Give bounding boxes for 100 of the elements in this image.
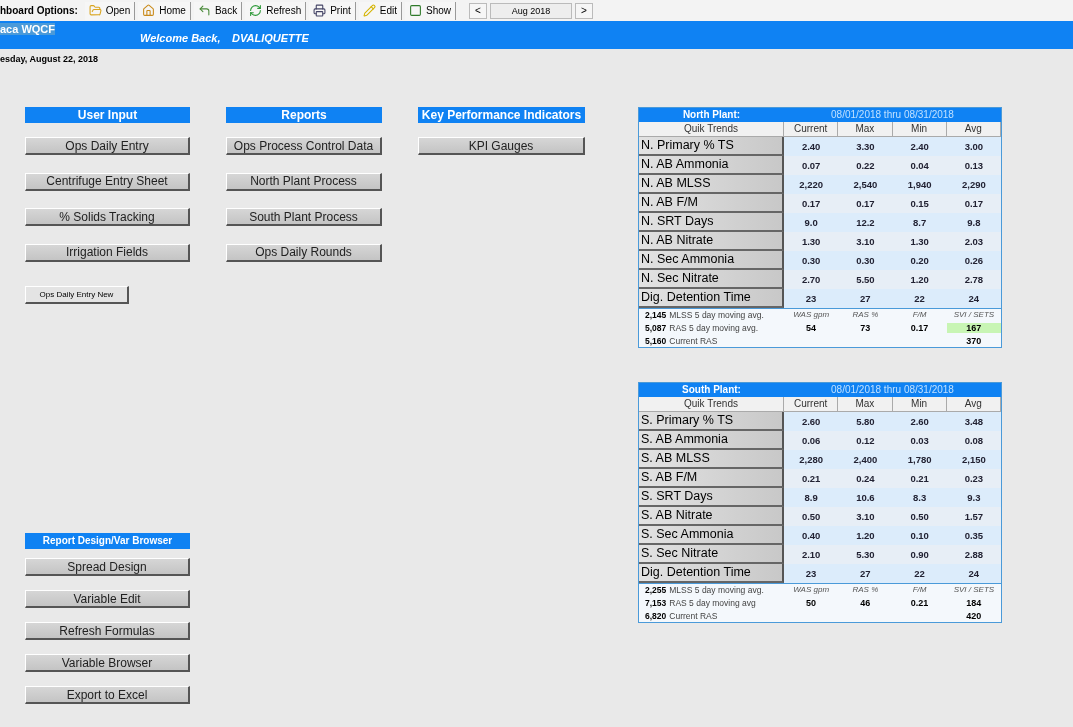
row-label: S. AB MLSS: [639, 450, 784, 469]
table-cell: 1.20: [838, 526, 893, 545]
stat-label: MLSS 5 day moving avg.: [669, 310, 764, 320]
row-label: N. AB Nitrate: [639, 232, 784, 251]
previous-button[interactable]: <: [469, 2, 487, 19]
stat-label: Current RAS: [669, 611, 718, 621]
menu-button[interactable]: North Plant Process: [226, 172, 382, 191]
table-cell: 23: [784, 289, 839, 308]
table-cell: 9.3: [946, 488, 1001, 507]
kpi-value: 184: [965, 598, 983, 608]
table-cell: 0.08: [946, 431, 1001, 450]
table-cell: 2.40: [892, 137, 947, 156]
menu-button[interactable]: % Solids Tracking: [25, 208, 190, 226]
table-cell: 3.30: [838, 137, 893, 156]
kpi-value: 50: [805, 598, 818, 608]
menu-button[interactable]: Export to Excel: [25, 686, 190, 704]
table-cell: 3.00: [946, 137, 1001, 156]
table-cell: 2.03: [946, 232, 1001, 251]
table-cell: 0.24: [838, 469, 893, 488]
column-header: Quik Trends: [639, 397, 784, 412]
table-cell: 8.9: [784, 488, 839, 507]
table-cell: 0.06: [784, 431, 839, 450]
kpi-heading: WAS gpm: [792, 310, 831, 320]
table-cell: 0.15: [892, 194, 947, 213]
table-cell: 1,780: [892, 450, 947, 469]
plant-title: South Plant:: [681, 383, 742, 397]
stat-label: RAS 5 day moving avg: [669, 598, 756, 608]
table-cell: 1.30: [892, 232, 947, 251]
row-label: S. SRT Days: [639, 488, 784, 507]
column-header: Max: [838, 397, 893, 412]
menu-button[interactable]: Spread Design: [25, 558, 190, 576]
stat-value: 5,160: [645, 336, 667, 346]
stat-label: RAS 5 day moving avg.: [669, 323, 759, 333]
kpi-value: 0.21: [909, 598, 930, 608]
kpi-heading: RAS %: [851, 585, 880, 595]
menu-button[interactable]: Centrifuge Entry Sheet: [25, 172, 190, 191]
row-label: N. AB MLSS: [639, 175, 784, 194]
table-cell: 27: [838, 564, 893, 583]
kpi-value: 54: [805, 323, 818, 333]
folder-icon: [88, 4, 102, 17]
menu-button[interactable]: Ops Daily Entry: [25, 137, 190, 155]
kpi-value: 73: [859, 323, 872, 333]
table-cell: 0.90: [892, 545, 947, 564]
row-label: N. Sec Ammonia: [639, 251, 784, 270]
table-cell: 12.2: [838, 213, 893, 232]
menu-button[interactable]: Variable Edit: [25, 590, 190, 608]
column-header: Max: [838, 122, 893, 137]
table-cell: 0.50: [784, 507, 839, 526]
column-header: Min: [892, 397, 947, 412]
column-header: Min: [892, 122, 947, 137]
table-cell: 2.40: [784, 137, 839, 156]
table-cell: 0.17: [946, 194, 1001, 213]
menu-button[interactable]: Irrigation Fields: [25, 243, 190, 262]
row-label: S. Sec Nitrate: [639, 545, 784, 564]
row-label: N. AB Ammonia: [639, 156, 784, 175]
column-header: Avg: [946, 122, 1001, 137]
menu-button[interactable]: Refresh Formulas: [25, 622, 190, 640]
table-cell: 10.6: [838, 488, 893, 507]
table-cell: 8.7: [892, 213, 947, 232]
menu-button[interactable]: Ops Daily Rounds: [226, 243, 382, 262]
row-label: S. AB F/M: [639, 469, 784, 488]
table-cell: 1.30: [784, 232, 839, 251]
table-cell: 0.17: [784, 194, 839, 213]
kpi-heading: F/M: [911, 310, 928, 320]
menu-button[interactable]: Ops Daily Entry New: [25, 286, 129, 304]
column-header: Current: [784, 397, 839, 412]
section-title: Key Performance Indicators: [418, 107, 585, 123]
stat-value: 5,087: [645, 323, 667, 333]
date-range: 08/01/2018 thru 08/31/2018: [830, 108, 955, 122]
row-label: S. AB Nitrate: [639, 507, 784, 526]
next-button[interactable]: >: [575, 2, 593, 19]
table-cell: 1.57: [946, 507, 1001, 526]
date-text: esday, August 22, 2018: [0, 53, 100, 66]
menu-button[interactable]: KPI Gauges: [418, 137, 585, 155]
stat-label: MLSS 5 day moving avg.: [669, 585, 764, 595]
period-field[interactable]: Aug 2018: [490, 2, 572, 19]
menu-button[interactable]: Ops Process Control Data: [226, 137, 382, 155]
table-cell: 1,940: [892, 175, 947, 194]
table-cell: 2,150: [946, 450, 1001, 469]
kpi-heading: F/M: [911, 585, 928, 595]
menu-button[interactable]: Variable Browser: [25, 654, 190, 672]
kpi-value: 167: [946, 323, 1001, 333]
table-cell: 0.21: [892, 469, 947, 488]
kpi-value: 370: [965, 336, 983, 346]
stat-value: 6,820: [645, 611, 667, 621]
stat-value: 2,255: [645, 585, 667, 595]
table-cell: 2,400: [838, 450, 893, 469]
table-cell: 2.60: [784, 412, 839, 431]
table-cell: 2,290: [946, 175, 1001, 194]
table-cell: 0.22: [838, 156, 893, 175]
table-cell: 5.30: [838, 545, 893, 564]
table-cell: 23: [784, 564, 839, 583]
table-cell: 2.88: [946, 545, 1001, 564]
toolbar-label: hboard Options:: [0, 5, 78, 16]
row-label: Dig. Detention Time: [639, 289, 784, 308]
table-cell: 0.35: [946, 526, 1001, 545]
menu-button[interactable]: South Plant Process: [226, 208, 382, 226]
table-cell: 2,220: [784, 175, 839, 194]
section-title: Reports: [226, 107, 382, 123]
table-cell: 0.07: [784, 156, 839, 175]
